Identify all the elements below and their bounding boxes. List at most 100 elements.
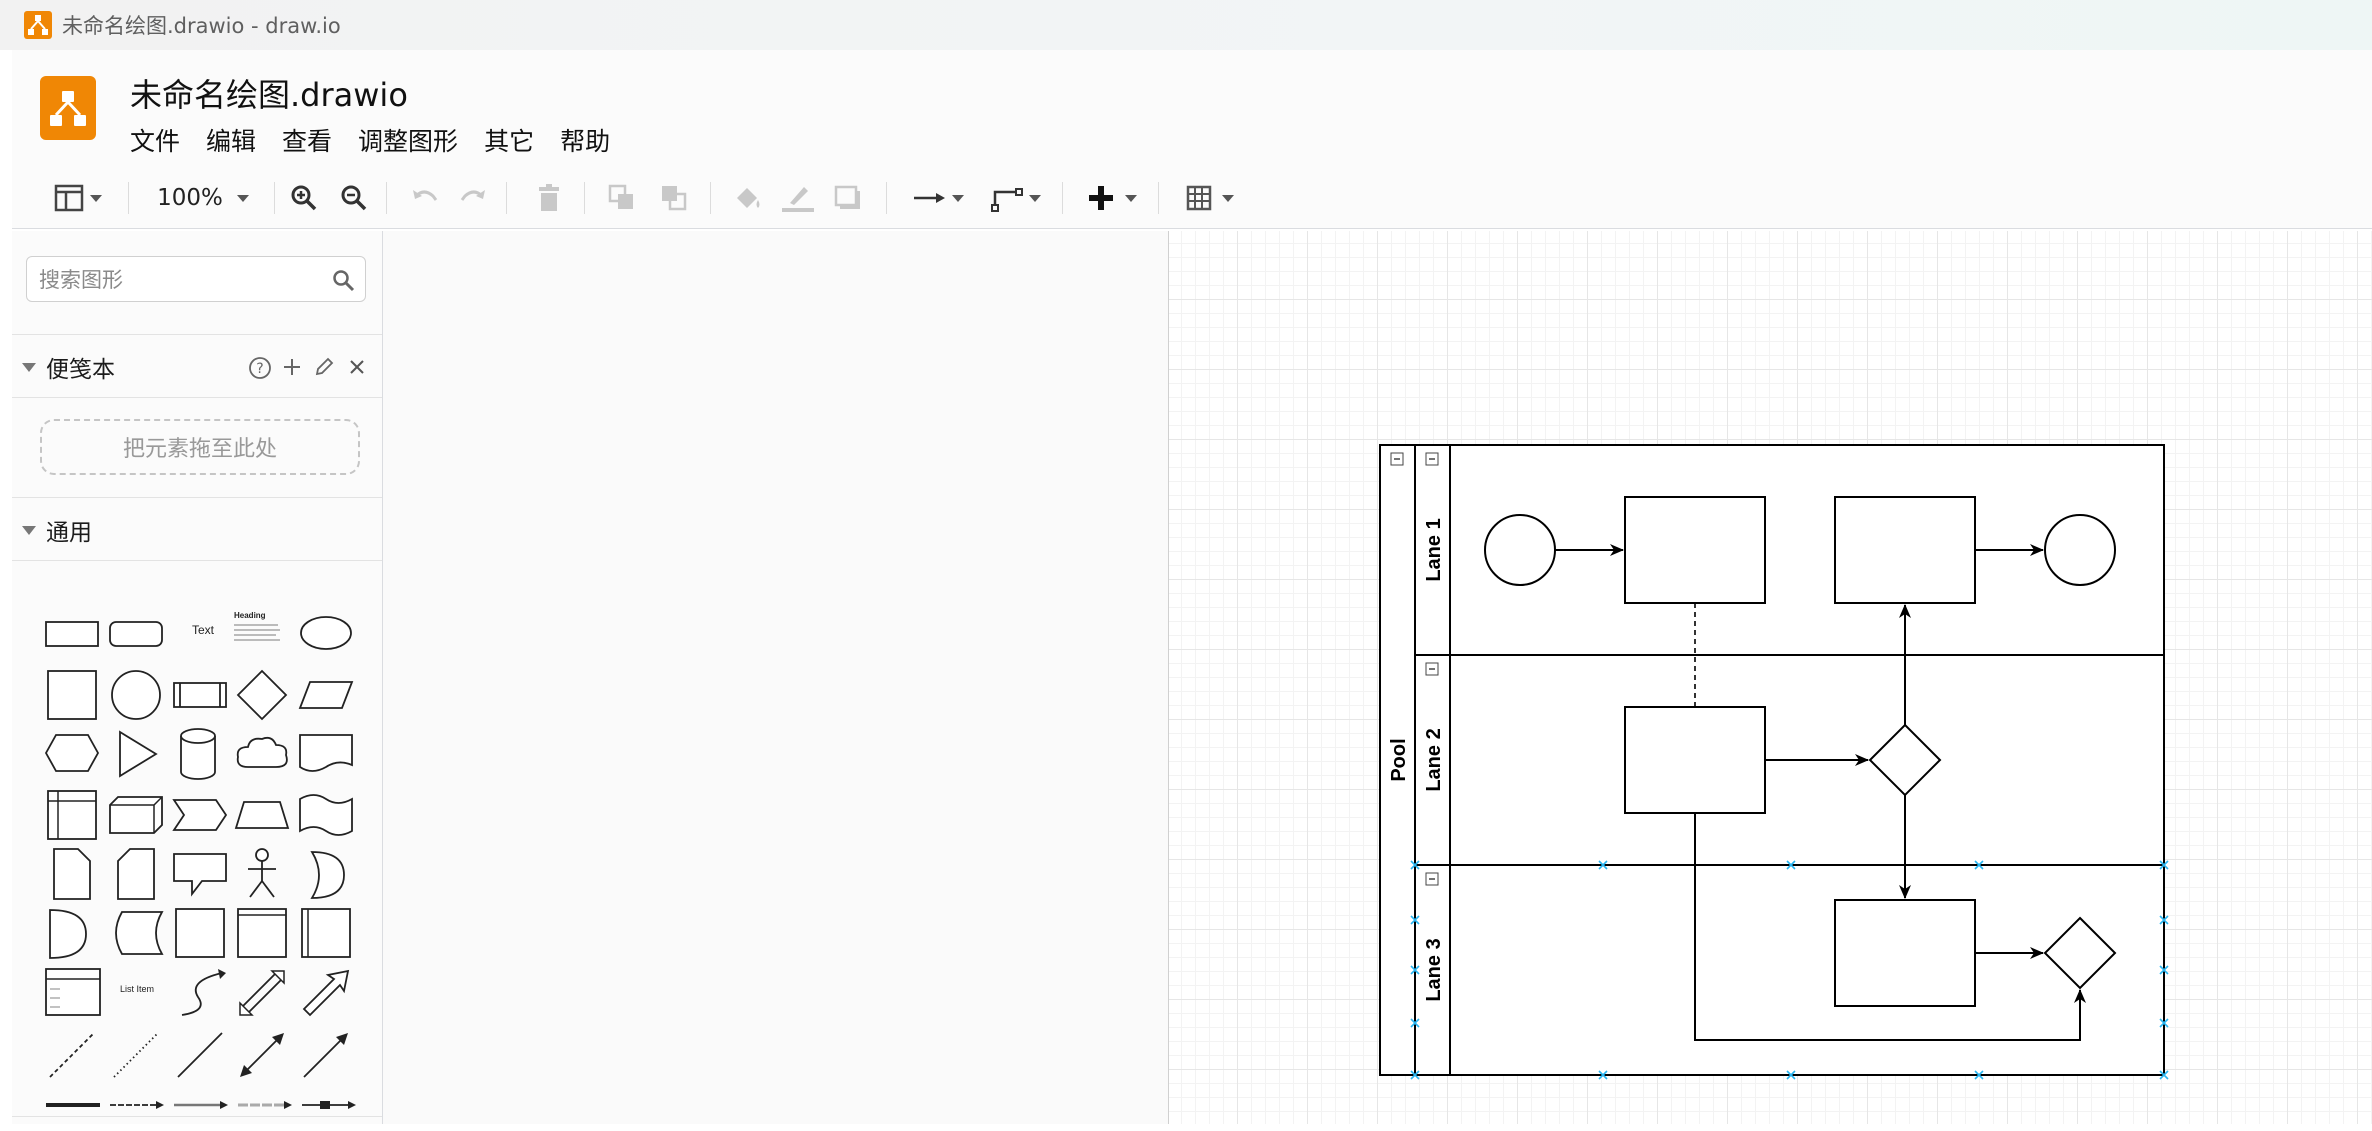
- zoom-in-icon: [291, 185, 317, 211]
- directional-connector-shape[interactable]: [300, 1029, 352, 1081]
- process-shape[interactable]: [172, 675, 228, 715]
- actor-shape[interactable]: [244, 847, 280, 901]
- trapezoid-shape[interactable]: [234, 799, 290, 831]
- swimlane-shape[interactable]: [300, 907, 352, 959]
- heading-text-shape[interactable]: Heading: [234, 611, 292, 655]
- list-shape[interactable]: [44, 967, 102, 1017]
- list-item-shape[interactable]: List Item: [110, 984, 164, 1000]
- diagram-canvas[interactable]: Pool Lane 1 Lane 2 Lane 3: [1168, 231, 2372, 1124]
- to-front-button[interactable]: [604, 180, 640, 216]
- menu-view[interactable]: 查看: [282, 122, 332, 158]
- step-shape[interactable]: [172, 797, 228, 833]
- insert-button[interactable]: [1080, 180, 1144, 216]
- menu-edit[interactable]: 编辑: [206, 122, 256, 158]
- zoom-in-button[interactable]: [286, 180, 322, 216]
- bidirectional-connector-shape[interactable]: [236, 1029, 288, 1081]
- fill-color-button[interactable]: [730, 180, 766, 216]
- shape-search-input[interactable]: [37, 264, 331, 296]
- shadow-icon: [834, 185, 860, 209]
- cube-shape[interactable]: [108, 795, 164, 835]
- labeled-connector-shape[interactable]: [300, 1095, 358, 1115]
- fill-color-icon: [737, 188, 760, 208]
- parallelogram-shape[interactable]: [298, 679, 354, 711]
- menu-extras[interactable]: 其它: [484, 122, 534, 158]
- close-icon[interactable]: [348, 358, 366, 376]
- circle-shape[interactable]: [110, 669, 162, 721]
- rounded-rectangle-shape[interactable]: [108, 616, 164, 650]
- lane-2-collapse-icon[interactable]: [1425, 662, 1439, 676]
- waypoints-button[interactable]: [984, 180, 1048, 216]
- lane-3-collapse-icon[interactable]: [1425, 872, 1439, 886]
- card-shape[interactable]: [116, 847, 156, 901]
- redo-button[interactable]: [456, 180, 492, 216]
- start-event-circle[interactable]: [1484, 514, 1556, 586]
- table-button[interactable]: [1178, 180, 1242, 216]
- zoom-dropdown[interactable]: 100%: [148, 180, 258, 216]
- arrow-shape[interactable]: [300, 967, 352, 1019]
- thick-link-shape[interactable]: [44, 1095, 102, 1115]
- text-shape[interactable]: Text: [178, 623, 228, 643]
- dashed-line-shape[interactable]: [46, 1029, 98, 1081]
- triangle-shape[interactable]: [116, 729, 160, 779]
- toolbar-divider: [386, 182, 387, 214]
- delete-button[interactable]: [534, 180, 564, 216]
- scratchpad-drop-zone[interactable]: 把元素拖至此处: [40, 419, 360, 475]
- internal-storage-shape[interactable]: [46, 789, 98, 841]
- note-shape[interactable]: [52, 847, 92, 901]
- callout-shape[interactable]: [172, 851, 228, 897]
- task-box-lane1-a[interactable]: [1624, 496, 1766, 604]
- square-shape[interactable]: [46, 669, 98, 721]
- cylinder-shape[interactable]: [178, 727, 218, 781]
- collapse-triangle-icon: [22, 362, 36, 372]
- task-box-lane1-b[interactable]: [1834, 496, 1976, 604]
- ellipse-shape[interactable]: [298, 614, 354, 652]
- delay-shape[interactable]: [48, 907, 88, 961]
- search-icon[interactable]: [331, 268, 355, 292]
- tape-shape[interactable]: [298, 791, 354, 839]
- stored-data-shape[interactable]: [108, 909, 164, 957]
- bidirectional-arrow-shape[interactable]: [236, 967, 288, 1019]
- curve-shape[interactable]: [178, 967, 230, 1019]
- task-box-lane2[interactable]: [1624, 706, 1766, 814]
- lane-1-collapse-icon[interactable]: [1425, 452, 1439, 466]
- pool-collapse-icon[interactable]: [1390, 452, 1404, 466]
- add-icon[interactable]: [282, 357, 302, 377]
- rectangle-shape[interactable]: [44, 616, 100, 650]
- undo-button[interactable]: [406, 180, 442, 216]
- line-shape[interactable]: [174, 1029, 226, 1081]
- title-bar: 未命名绘图.drawio - draw.io: [0, 0, 2372, 50]
- task-box-lane3[interactable]: [1834, 899, 1976, 1007]
- gradient-link-shape[interactable]: [236, 1095, 294, 1115]
- connection-arrow-icon: [914, 193, 945, 203]
- chevron-down-icon: [1222, 194, 1234, 202]
- menu-arrange[interactable]: 调整图形: [358, 122, 458, 158]
- menu-file[interactable]: 文件: [130, 122, 180, 158]
- zoom-out-button[interactable]: [336, 180, 372, 216]
- menu-bar: 文件 编辑 查看 调整图形 其它 帮助: [130, 122, 636, 158]
- container-square-shape[interactable]: [174, 907, 226, 959]
- hexagon-shape[interactable]: [44, 731, 100, 775]
- general-section-header[interactable]: 通用: [12, 500, 382, 560]
- lane-3-label: Lane 3: [1423, 938, 1445, 1001]
- end-event-circle[interactable]: [2044, 514, 2116, 586]
- document-name[interactable]: 未命名绘图.drawio: [130, 70, 408, 116]
- chevron-down-icon: [90, 194, 102, 202]
- diamond-shape[interactable]: [236, 669, 288, 721]
- format-panel-button[interactable]: [46, 180, 110, 216]
- help-icon[interactable]: ?: [248, 356, 272, 380]
- heading-shape-label: Heading: [234, 611, 266, 620]
- menu-help[interactable]: 帮助: [560, 122, 610, 158]
- scratchpad-header[interactable]: 便笺本 ?: [12, 337, 382, 397]
- container-titled-shape[interactable]: [236, 907, 288, 959]
- dotted-line-shape[interactable]: [110, 1029, 162, 1081]
- edit-pencil-icon[interactable]: [314, 357, 334, 377]
- link-double-arrow-shape[interactable]: [172, 1095, 230, 1115]
- connection-style-button[interactable]: [906, 180, 970, 216]
- to-back-button[interactable]: [656, 180, 692, 216]
- link-arrow-shape[interactable]: [108, 1095, 166, 1115]
- shadow-button[interactable]: [830, 180, 866, 216]
- line-color-button[interactable]: [778, 180, 818, 216]
- or-shape[interactable]: [308, 849, 348, 901]
- cloud-shape[interactable]: [234, 733, 290, 775]
- document-shape[interactable]: [298, 731, 354, 775]
